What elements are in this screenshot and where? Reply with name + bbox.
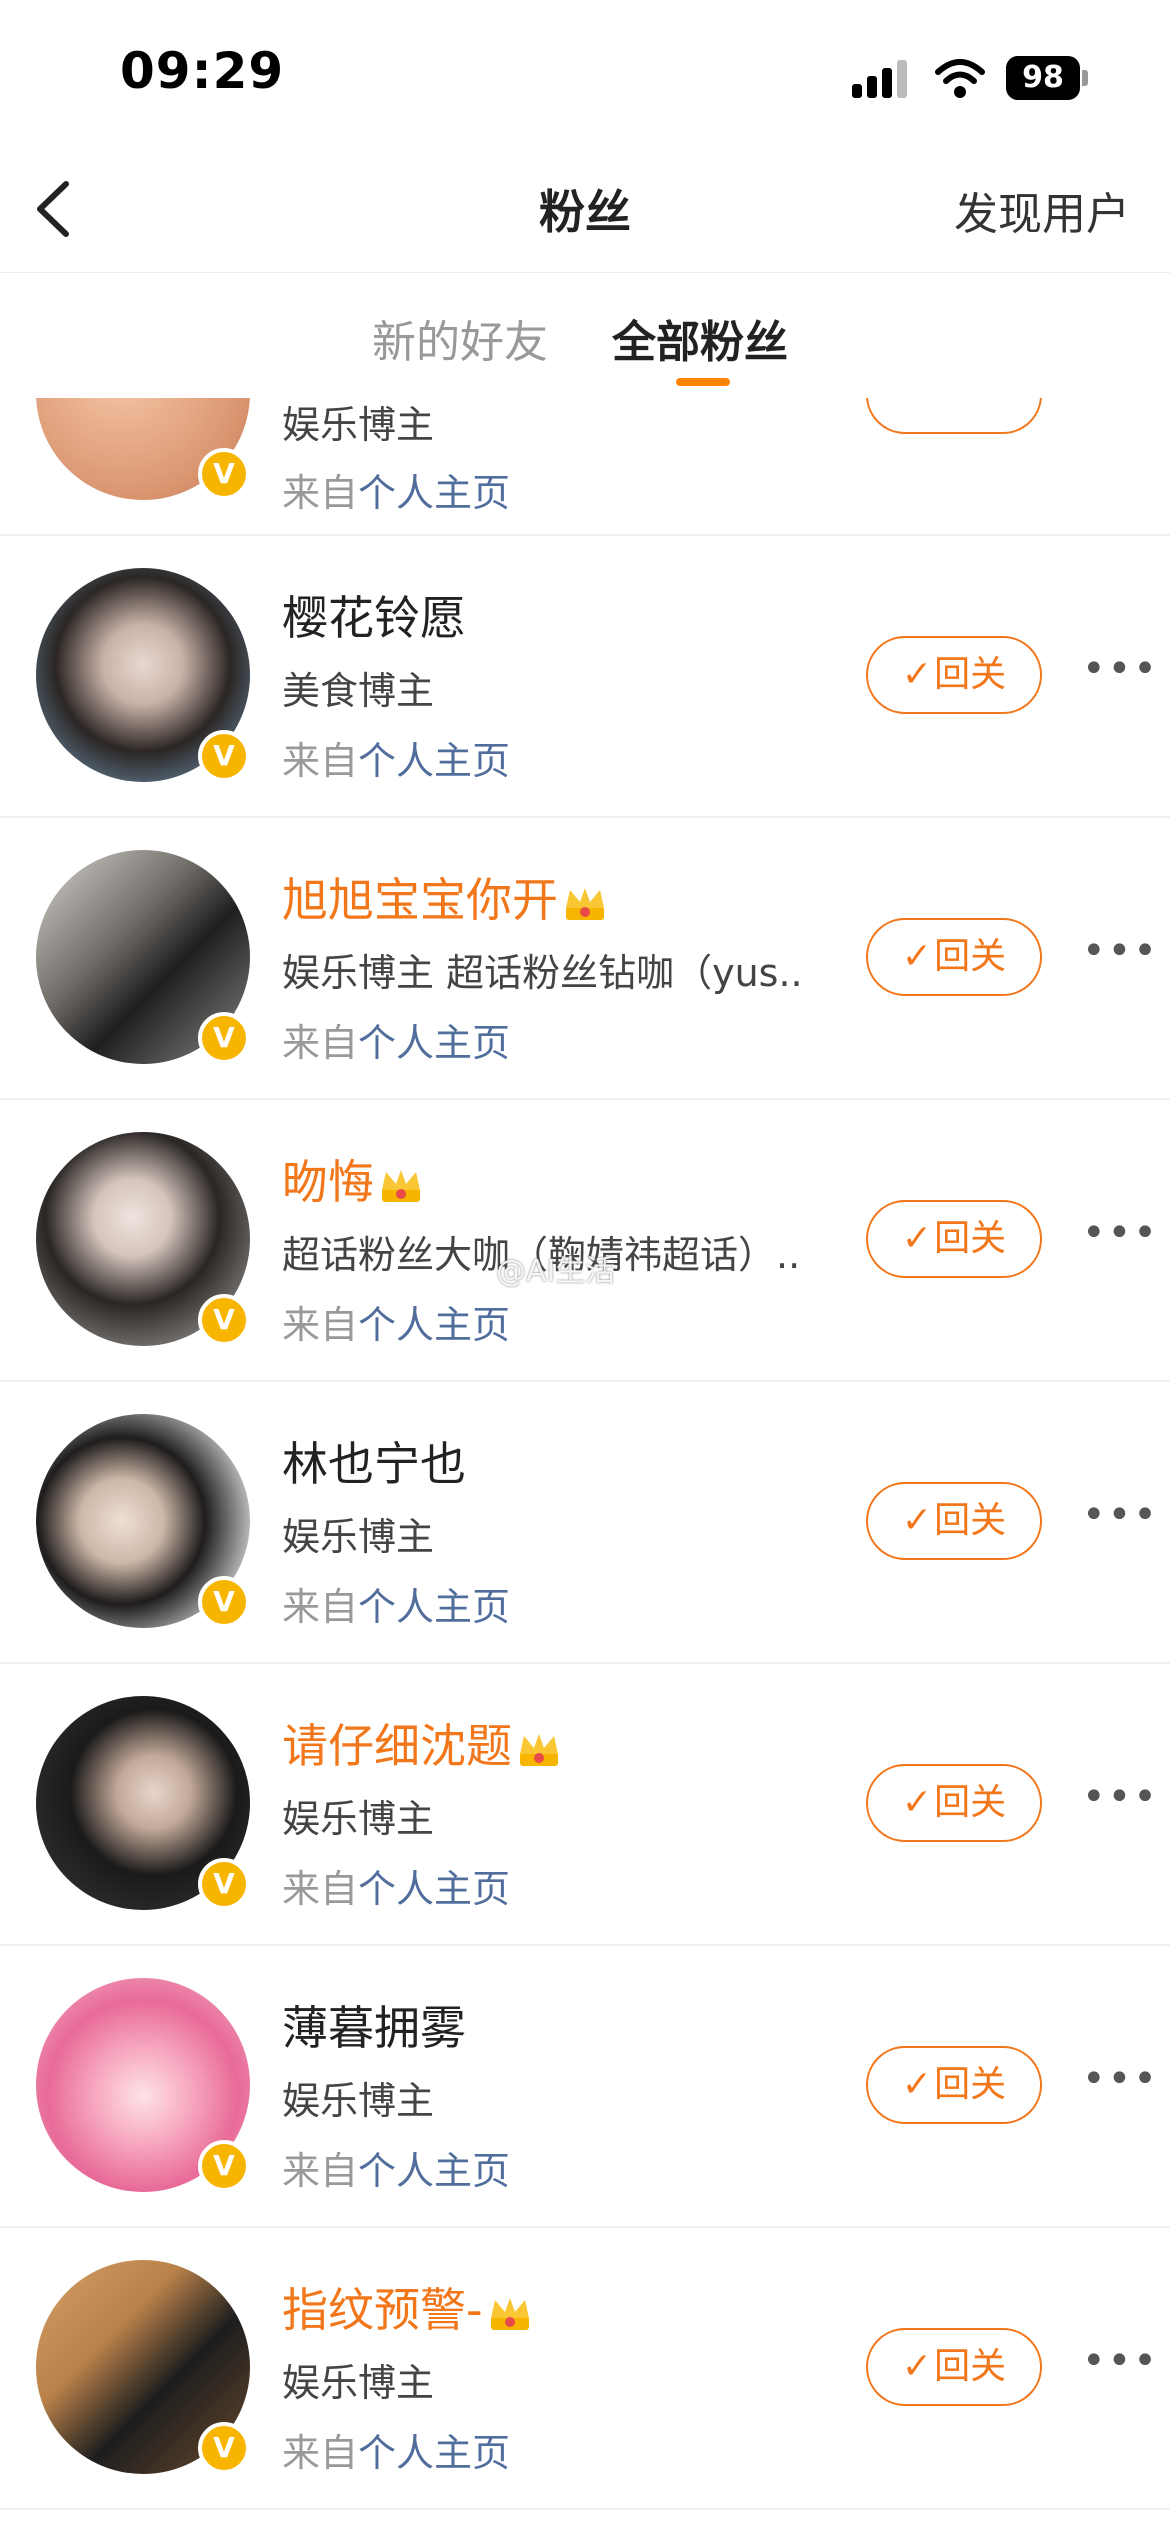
list-item[interactable]: V 指纹预警- 娱乐博主 来自个人主页 ✓回关 ••• — [0, 2226, 1170, 2510]
user-name[interactable]: 旭旭宝宝你开 — [282, 864, 610, 930]
list-item[interactable]: V 樱花铃愿 美食博主 来自个人主页 ✓回关 ••• — [0, 534, 1170, 818]
user-description: 娱乐博主 — [282, 1515, 435, 1559]
crown-icon — [566, 887, 604, 920]
source-link[interactable]: 个人主页 — [358, 739, 510, 783]
user-description: 美食博主 — [282, 669, 435, 713]
verified-badge-icon: V — [198, 1012, 250, 1064]
crown-icon — [520, 1733, 558, 1766]
source-link[interactable]: 个人主页 — [358, 1867, 510, 1911]
user-source: 来自个人主页 — [282, 739, 511, 783]
user-source: 来自个人主页 — [282, 1021, 511, 1065]
watermark: @AI生活 — [496, 1254, 616, 1289]
verified-badge-icon: V — [198, 1294, 250, 1346]
battery-tip — [1082, 70, 1088, 86]
list-item[interactable]: V 请仔细沈题 娱乐博主 来自个人主页 ✓回关 ••• — [0, 1662, 1170, 1946]
user-name[interactable]: 指纹预警- — [282, 2274, 535, 2340]
user-source: 来自个人主页 — [282, 2149, 511, 2193]
verified-badge-icon: V — [198, 2422, 250, 2474]
more-icon[interactable]: ••• — [1082, 928, 1159, 974]
more-icon[interactable]: ••• — [1082, 1492, 1159, 1538]
user-description: 娱乐博主 超话粉丝钻咖（yus... — [282, 951, 802, 995]
status-time: 09:29 — [120, 42, 285, 100]
source-link[interactable]: 个人主页 — [358, 471, 510, 515]
crown-icon — [382, 1169, 420, 1202]
user-name[interactable]: 林也宁也 — [282, 1428, 466, 1494]
list-item[interactable]: V 薄暮拥雾 娱乐博主 来自个人主页 ✓回关 ••• — [0, 1944, 1170, 2228]
user-name[interactable]: 樱花铃愿 — [282, 582, 466, 648]
list-item[interactable]: V 昒悔 超话粉丝大咖（鞠婧祎超话）... 来自个人主页 ✓回关 ••• — [0, 1098, 1170, 1382]
source-link[interactable]: 个人主页 — [358, 1021, 510, 1065]
follow-back-button[interactable]: ✓回关 — [866, 1200, 1042, 1278]
more-icon[interactable]: ••• — [1082, 646, 1159, 692]
verified-badge-icon: V — [198, 448, 250, 500]
follow-back-button[interactable]: ✓回关 — [866, 2328, 1042, 2406]
user-name[interactable]: 薄暮拥雾 — [282, 1992, 466, 2058]
source-link[interactable]: 个人主页 — [358, 1303, 510, 1347]
status-bar: 09:29 98 — [0, 0, 1170, 150]
nav-bar: 粉丝 发现用户 — [0, 150, 1170, 273]
user-description: 娱乐博主 — [282, 403, 435, 447]
follow-back-button[interactable]: ✓回关 — [866, 1764, 1042, 1842]
list-item[interactable]: V 娱乐博主 来自个人主页 — [0, 398, 1170, 536]
tab-bar: 新的好友 全部粉丝 — [0, 272, 1170, 392]
check-icon: ✓ — [901, 936, 933, 977]
tab-new-friends[interactable]: 新的好友 — [372, 306, 548, 370]
list-item[interactable]: V 林也宁也 娱乐博主 来自个人主页 ✓回关 ••• — [0, 1380, 1170, 1664]
follow-back-button[interactable]: ✓回关 — [866, 918, 1042, 996]
user-name[interactable]: 昒悔 — [282, 1146, 426, 1212]
follow-back-button[interactable]: ✓回关 — [866, 1482, 1042, 1560]
source-link[interactable]: 个人主页 — [358, 2149, 510, 2193]
user-source: 来自个人主页 — [282, 1303, 511, 1347]
user-source: 来自个人主页 — [282, 2431, 511, 2475]
user-description: 娱乐博主 — [282, 2361, 435, 2405]
tab-all-fans[interactable]: 全部粉丝 — [612, 306, 788, 370]
verified-badge-icon: V — [198, 1858, 250, 1910]
user-source: 来自个人主页 — [282, 1585, 511, 1629]
more-icon[interactable]: ••• — [1082, 1210, 1159, 1256]
user-description: 娱乐博主 — [282, 2079, 435, 2123]
fans-list: V 娱乐博主 来自个人主页 V 樱花铃愿 美食博主 来自个人主页 ✓回关 •••… — [0, 398, 1170, 2532]
discover-users-button[interactable]: 发现用户 — [954, 178, 1130, 242]
user-source: 来自个人主页 — [282, 1867, 511, 1911]
follow-back-button[interactable] — [866, 398, 1042, 434]
check-icon: ✓ — [901, 2064, 933, 2105]
follow-back-button[interactable]: ✓回关 — [866, 2046, 1042, 2124]
tab-active-indicator — [676, 378, 730, 386]
check-icon: ✓ — [901, 1782, 933, 1823]
cellular-signal-icon — [852, 58, 912, 98]
more-icon[interactable]: ••• — [1082, 2338, 1159, 2384]
check-icon: ✓ — [901, 1500, 933, 1541]
more-icon[interactable]: ••• — [1082, 2056, 1159, 2102]
list-item[interactable]: V 旭旭宝宝你开 娱乐博主 超话粉丝钻咖（yus... 来自个人主页 ✓回关 •… — [0, 816, 1170, 1100]
check-icon: ✓ — [901, 654, 933, 695]
check-icon: ✓ — [901, 1218, 933, 1259]
battery-indicator: 98 — [1006, 56, 1080, 100]
user-description: 娱乐博主 — [282, 1797, 435, 1841]
more-icon[interactable]: ••• — [1082, 1774, 1159, 1820]
user-name[interactable]: 请仔细沈题 — [282, 1710, 564, 1776]
source-link[interactable]: 个人主页 — [358, 2431, 510, 2475]
wifi-icon — [935, 59, 985, 98]
source-link[interactable]: 个人主页 — [358, 1585, 510, 1629]
follow-back-button[interactable]: ✓回关 — [866, 636, 1042, 714]
user-source: 来自个人主页 — [282, 471, 511, 515]
verified-badge-icon: V — [198, 1576, 250, 1628]
verified-badge-icon: V — [198, 730, 250, 782]
check-icon: ✓ — [901, 2346, 933, 2387]
verified-badge-icon: V — [198, 2140, 250, 2192]
crown-icon — [490, 2297, 529, 2330]
